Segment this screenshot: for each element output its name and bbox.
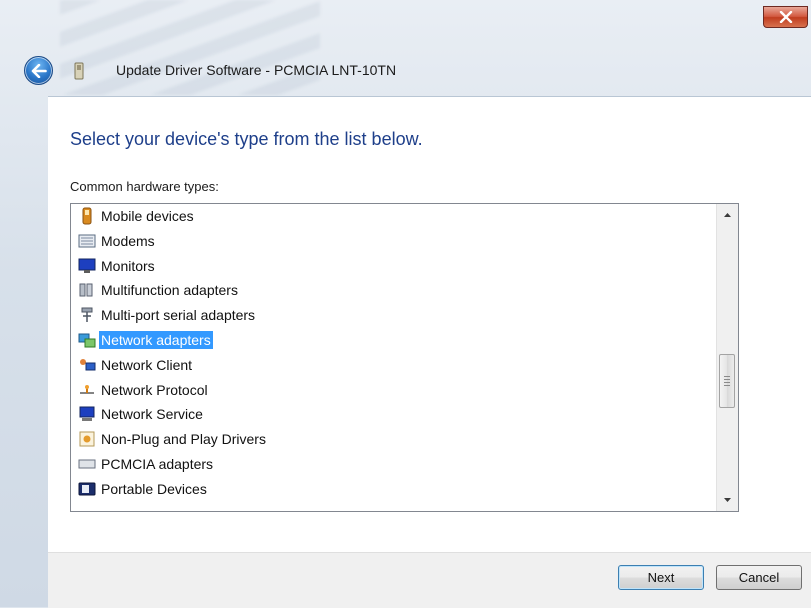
list-item[interactable]: Mobile devices — [78, 206, 196, 226]
list-item-label: Non-Plug and Play Drivers — [101, 431, 266, 448]
portable-device-icon — [78, 480, 96, 498]
monitor-icon — [78, 257, 96, 275]
serial-port-icon — [78, 306, 96, 324]
cancel-button[interactable]: Cancel — [716, 565, 802, 590]
back-arrow-icon — [31, 63, 47, 78]
list-item[interactable]: Network Client — [78, 355, 194, 375]
list-item-label: Multifunction adapters — [101, 282, 238, 299]
scroll-up-button[interactable] — [717, 206, 738, 224]
list-item[interactable]: Portable Devices — [78, 479, 209, 499]
list-item-label: Multi-port serial adapters — [101, 307, 256, 324]
multifunction-adapter-icon — [78, 281, 96, 299]
list-item-label: Mobile devices — [101, 208, 194, 224]
network-protocol-icon — [78, 381, 96, 399]
close-button[interactable] — [763, 6, 808, 28]
scroll-up-icon — [724, 213, 731, 217]
list-item-label: PCMCIA adapters — [101, 456, 214, 472]
network-client-icon — [78, 356, 96, 374]
list-item[interactable]: Monitors — [78, 256, 157, 276]
dialog-frame: Update Driver Software - PCMCIA LNT-10TN… — [0, 0, 811, 608]
list-item-label: Modems — [101, 232, 155, 249]
list-item-label: Portable Devices — [101, 480, 207, 497]
modem-icon — [78, 232, 96, 250]
list-item[interactable]: Network Service — [78, 404, 205, 424]
close-icon — [779, 11, 792, 23]
window-title: Update Driver Software - PCMCIA LNT-10TN — [116, 62, 397, 78]
pcmcia-adapter-icon — [78, 455, 96, 473]
scroll-down-icon — [724, 498, 731, 502]
network-adapter-icon — [78, 331, 96, 349]
list-item[interactable]: Modems — [78, 231, 157, 251]
scroll-thumb[interactable] — [719, 354, 735, 408]
scroll-down-button[interactable] — [717, 491, 738, 509]
mobile-device-icon — [78, 207, 96, 225]
grip-icon — [724, 376, 730, 388]
list-items: Mobile devices Modems Monitors Multifunctio… — [71, 204, 716, 511]
list-label: Common hardware types: — [70, 179, 219, 194]
list-item[interactable]: Non-Plug and Play Drivers — [78, 429, 268, 449]
list-item[interactable]: Multifunction adapters — [78, 280, 240, 300]
background-glass — [60, 0, 320, 95]
list-item[interactable]: Network adapters — [78, 330, 213, 350]
list-item[interactable]: Network Protocol — [78, 380, 210, 400]
next-button[interactable]: Next — [618, 565, 704, 590]
vertical-scrollbar[interactable] — [716, 204, 738, 511]
list-item-label: Network Client — [101, 356, 193, 373]
list-item-label: Network Service — [101, 406, 203, 423]
list-item-label: Network adapters — [99, 331, 213, 349]
device-icon — [74, 62, 84, 80]
button-bar: Next Cancel — [48, 552, 811, 608]
list-item-label: Network Protocol — [101, 381, 208, 398]
network-service-icon — [78, 405, 96, 423]
list-item[interactable]: Multi-port serial adapters — [78, 305, 257, 325]
back-button[interactable] — [24, 56, 53, 85]
hardware-type-list[interactable]: Mobile devices Modems Monitors Multifunctio… — [70, 203, 739, 512]
non-pnp-driver-icon — [78, 430, 96, 448]
list-item-label: Monitors — [101, 257, 155, 274]
page-heading: Select your device's type from the list … — [70, 129, 423, 149]
content-panel: Select your device's type from the list … — [48, 96, 811, 553]
list-item[interactable]: PCMCIA adapters — [78, 454, 215, 474]
